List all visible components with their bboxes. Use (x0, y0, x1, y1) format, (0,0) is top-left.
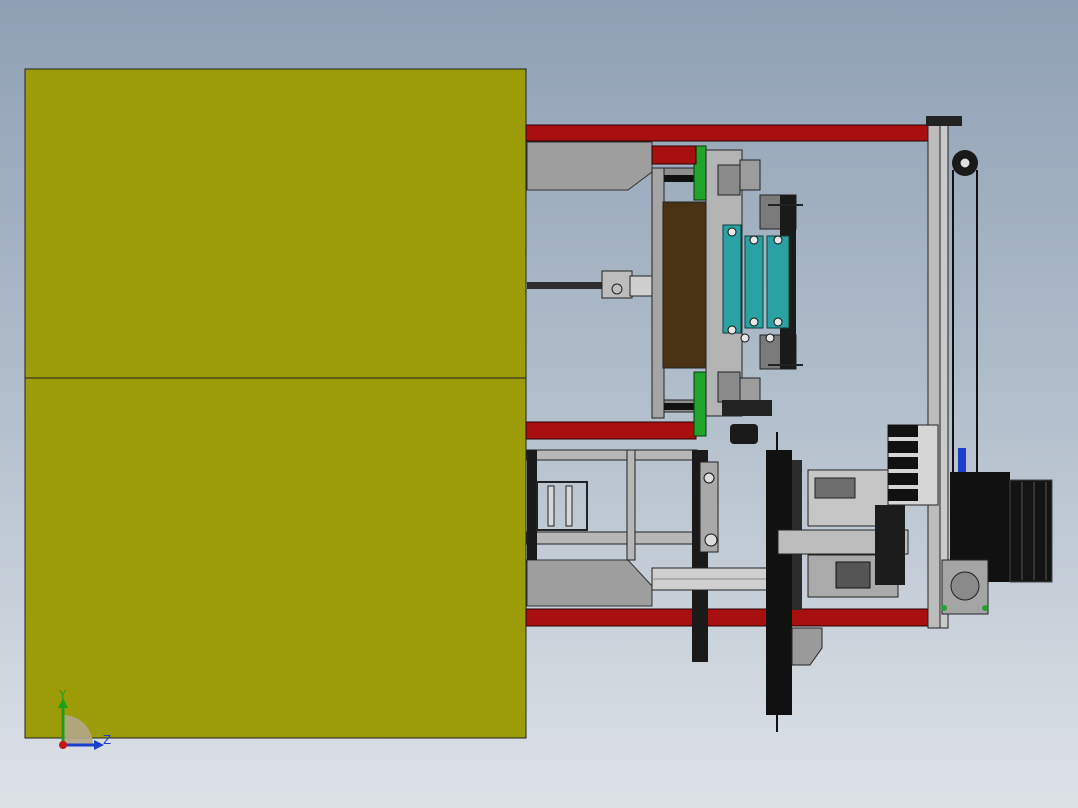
stepper-face (950, 571, 980, 601)
right-post-inner[interactable] (939, 121, 949, 629)
wedge-bracket-bottom[interactable] (526, 559, 653, 607)
green-guide-lower[interactable] (693, 371, 707, 437)
stepper-screw-1 (941, 605, 947, 611)
drive-shaft[interactable] (527, 270, 653, 299)
right-post[interactable] (927, 119, 941, 629)
upper-rod (664, 175, 694, 182)
teal-rail-middle[interactable] (744, 235, 764, 329)
coupling-flange[interactable] (629, 275, 653, 297)
post-screw (703, 472, 715, 484)
slot-1 (547, 485, 555, 527)
gripper-motor (875, 505, 905, 585)
black-column (766, 450, 792, 715)
lower-left-post (527, 450, 537, 560)
olive-panel-upper[interactable] (24, 68, 527, 379)
x-axis-dot (59, 741, 67, 749)
gripper-block[interactable] (814, 477, 856, 499)
carriage-block-bottom[interactable] (717, 371, 741, 403)
lower-mid-post[interactable] (626, 449, 636, 561)
teal-rail-left[interactable] (722, 224, 742, 334)
cad-viewport[interactable]: Y Z (0, 0, 1078, 808)
side-bracket-upper[interactable] (739, 159, 761, 191)
olive-panel-assembly[interactable] (24, 68, 527, 739)
red-rail-bottom[interactable] (525, 608, 931, 627)
post-wheel (704, 533, 718, 547)
lower-frame-assembly[interactable] (526, 449, 773, 662)
stepper-screw-2 (982, 605, 988, 611)
carriage-block-top[interactable] (717, 164, 741, 196)
red-rail-middle[interactable] (525, 421, 697, 440)
red-block-upper[interactable] (651, 145, 697, 165)
pulley-hub (959, 157, 971, 169)
column-foot[interactable] (791, 627, 823, 666)
gripper-jaw[interactable] (835, 561, 871, 589)
wedge-bracket-top[interactable] (526, 141, 653, 191)
lower-rod (664, 403, 694, 410)
olive-panel-lower[interactable] (24, 377, 527, 739)
shaft-rod[interactable] (527, 282, 605, 289)
knob-base[interactable] (722, 400, 772, 416)
slotted-bracket[interactable] (536, 481, 588, 531)
z-axis-label: Z (103, 733, 111, 747)
post-cap (926, 116, 962, 126)
valve-stack (888, 425, 918, 501)
assembly-drawing[interactable]: Y Z (0, 0, 1078, 808)
slot-2 (565, 485, 573, 527)
lower-bottom-beam[interactable] (526, 531, 698, 545)
right-frame[interactable] (887, 116, 1053, 629)
y-axis-label: Y (58, 688, 67, 702)
red-rail-top[interactable] (525, 124, 931, 142)
lower-top-beam[interactable] (526, 449, 698, 461)
upper-slide-assembly[interactable] (651, 145, 803, 444)
adjust-knob[interactable] (730, 424, 758, 444)
teal-rail-right[interactable] (766, 235, 790, 329)
vertical-back-plate[interactable] (651, 167, 665, 419)
column-fixture[interactable] (766, 432, 909, 732)
